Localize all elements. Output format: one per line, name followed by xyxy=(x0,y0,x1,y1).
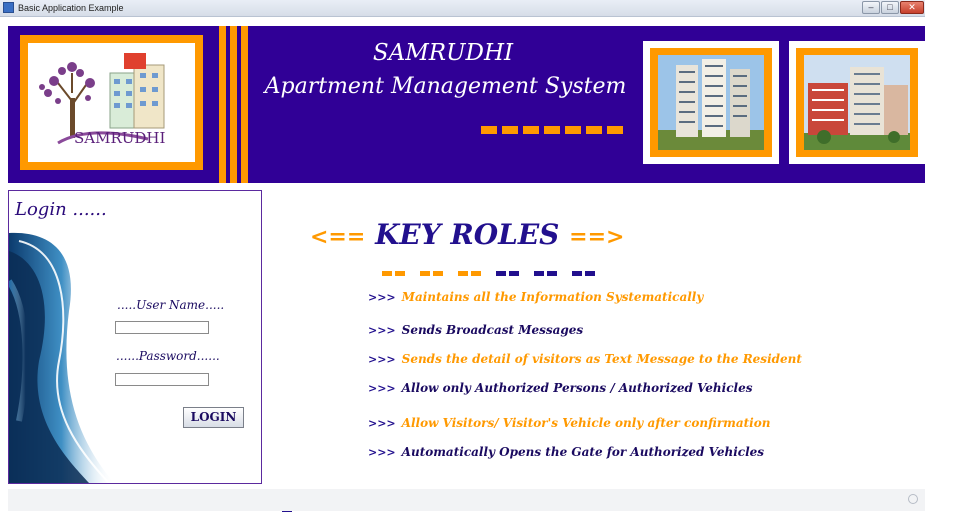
role-item: >>> Sends Broadcast Messages xyxy=(368,323,583,337)
window-titlebar: Basic Application Example – □ ✕ xyxy=(0,0,925,17)
java-app-icon xyxy=(3,2,14,13)
role-text: Allow only Authorized Persons / Authoriz… xyxy=(401,381,753,395)
role-item: >>> Sends the detail of visitors as Text … xyxy=(368,352,802,366)
password-label: ......Password...... xyxy=(116,349,220,363)
apartment-tower-photo xyxy=(658,55,764,150)
role-text: Allow Visitors/ Visitor's Vehicle only a… xyxy=(401,416,771,430)
username-field[interactable] xyxy=(115,321,209,334)
apartment-photo-frame-1 xyxy=(643,41,779,164)
minimize-button[interactable]: – xyxy=(862,1,880,14)
heading-underline-dashes xyxy=(382,263,598,281)
app-header-banner: SAMRUDHI SAMRUDHI Apartment Management S… xyxy=(8,26,925,183)
orange-stripe xyxy=(219,26,226,183)
login-panel-swirl-background xyxy=(9,232,114,483)
role-text: Sends Broadcast Messages xyxy=(401,323,584,337)
window-title: Basic Application Example xyxy=(18,3,124,13)
role-bullet: >>> xyxy=(368,417,396,430)
key-roles-heading: <== KEY ROLES ==> xyxy=(310,218,624,251)
role-text: Sends the detail of visitors as Text Mes… xyxy=(401,352,802,366)
apartment-photo-frame-2 xyxy=(789,41,925,164)
right-arrow-decoration: ==> xyxy=(569,224,625,250)
role-item: >>> Maintains all the Information Systema… xyxy=(368,290,703,304)
role-bullet: >>> xyxy=(368,446,396,459)
orange-stripe xyxy=(230,26,237,183)
login-button[interactable]: LOGIN xyxy=(183,407,244,428)
app-title: SAMRUDHI xyxy=(372,40,514,66)
role-text: Automatically Opens the Gate for Authori… xyxy=(401,445,765,459)
logo-text: SAMRUDHI xyxy=(74,129,166,147)
close-button[interactable]: ✕ xyxy=(900,1,924,14)
role-bullet: >>> xyxy=(368,324,396,337)
status-bar xyxy=(8,489,925,511)
maximize-button[interactable]: □ xyxy=(881,1,899,14)
key-roles-title: KEY ROLES xyxy=(375,218,560,251)
role-text: Maintains all the Information Systematic… xyxy=(401,290,704,304)
samrudhi-logo: SAMRUDHI xyxy=(28,43,195,162)
role-bullet: >>> xyxy=(368,291,396,304)
username-label: .....User Name..... xyxy=(117,298,225,312)
desktop-margin xyxy=(925,0,965,516)
role-item: >>> Allow only Authorized Persons / Autho… xyxy=(368,381,752,395)
role-bullet: >>> xyxy=(368,382,396,395)
orange-stripe xyxy=(241,26,248,183)
left-arrow-decoration: <== xyxy=(310,224,366,250)
login-panel: Login ...... .....User Name..... ......P… xyxy=(8,190,262,484)
login-title: Login ...... xyxy=(15,199,107,220)
role-item: >>> Automatically Opens the Gate for Auth… xyxy=(368,445,764,459)
apartment-complex-photo xyxy=(804,55,910,150)
role-bullet: >>> xyxy=(368,353,396,366)
role-item: >>> Allow Visitors/ Visitor's Vehicle onl… xyxy=(368,416,770,430)
decorative-dashes xyxy=(481,121,641,134)
password-field[interactable] xyxy=(115,373,209,386)
app-subtitle: Apartment Management System xyxy=(264,74,627,99)
resize-grip-icon[interactable] xyxy=(908,494,918,504)
logo-frame: SAMRUDHI xyxy=(20,35,203,170)
